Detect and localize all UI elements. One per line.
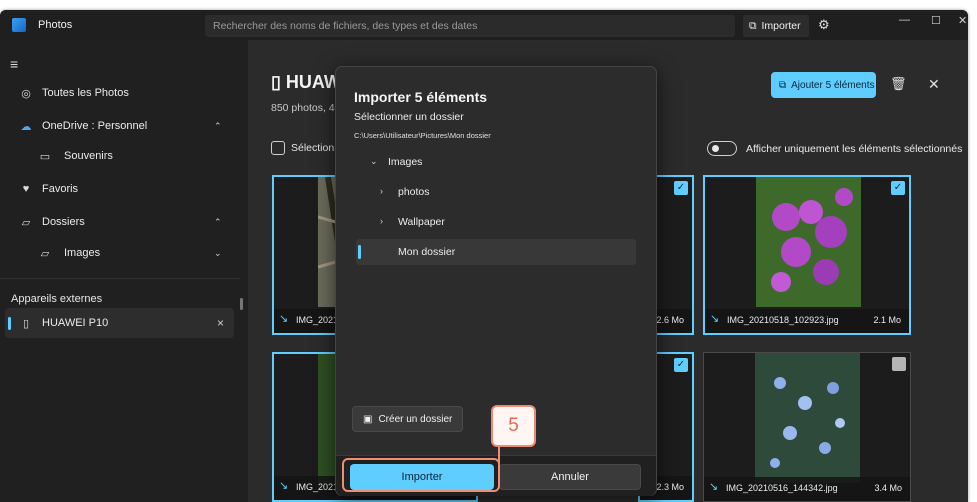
show-selected-label: Afficher uniquement les éléments sélecti… bbox=[746, 143, 963, 155]
folder-icon: ▱ bbox=[21, 216, 31, 229]
photo-name: IMG_20210518_102923.jpg bbox=[727, 315, 839, 325]
sidebar-item-label: Images bbox=[64, 247, 101, 259]
sidebar-divider bbox=[0, 278, 240, 279]
sidebar-item-huawei-p10[interactable]: ▯ HUAWEI P10 × bbox=[5, 308, 234, 338]
sidebar: ≡ ◎ Toutes les Photos ☁ OneDrive : Perso… bbox=[0, 40, 240, 502]
sidebar-item-onedrive[interactable]: ☁ OneDrive : Personnel ⌃ bbox=[0, 111, 236, 141]
folder-icon: ▱ bbox=[40, 247, 50, 260]
photo-status-icon: ↘ bbox=[279, 313, 289, 325]
minimize-button[interactable]: — bbox=[899, 14, 910, 26]
import-icon: ⧉ bbox=[749, 19, 757, 32]
photo-tile[interactable]: ↘ IMG_20210516_144342.jpg 3.4 Mo bbox=[703, 352, 911, 502]
sidebar-item-favoris[interactable]: ♥ Favoris bbox=[0, 174, 236, 204]
show-selected-toggle[interactable] bbox=[707, 141, 737, 156]
close-icon[interactable]: ✕ bbox=[928, 76, 940, 93]
title-bar: Photos Rechercher des noms de fichiers, … bbox=[0, 10, 968, 40]
chevron-up-icon[interactable]: ⌃ bbox=[214, 121, 222, 132]
chevron-right-icon[interactable]: › bbox=[380, 186, 383, 196]
photo-status-icon: ↘ bbox=[709, 481, 719, 493]
step-highlight-box bbox=[342, 458, 500, 492]
tree-item-wallpaper[interactable]: › Wallpaper bbox=[356, 209, 636, 235]
sidebar-item-all-photos[interactable]: ◎ Toutes les Photos bbox=[0, 78, 236, 108]
sidebar-item-label: Souvenirs bbox=[64, 150, 113, 162]
maximize-button[interactable]: ☐ bbox=[931, 14, 941, 27]
photo-status-icon: ↘ bbox=[279, 480, 289, 492]
cancel-button[interactable]: Annuler bbox=[499, 464, 641, 490]
photos-icon: ◎ bbox=[21, 87, 31, 100]
tree-item-images[interactable]: ⌄ Images bbox=[356, 149, 636, 175]
photo-size: 2.3 Mo bbox=[656, 482, 684, 492]
sidebar-item-label: Dossiers bbox=[42, 216, 85, 228]
step-connector-line bbox=[498, 447, 500, 465]
device-subtitle: 850 photos, 40 bbox=[271, 102, 341, 114]
add-items-label: Ajouter 5 éléments bbox=[791, 79, 875, 91]
create-folder-label: Créer un dossier bbox=[378, 413, 453, 425]
tree-item-label: Images bbox=[388, 156, 423, 168]
tree-item-photos[interactable]: › photos bbox=[356, 179, 636, 205]
toggle-knob bbox=[712, 145, 719, 152]
memories-icon: ▭ bbox=[39, 150, 51, 163]
tree-item-mon-dossier[interactable]: Mon dossier bbox=[356, 239, 636, 265]
tree-item-label: photos bbox=[398, 186, 430, 198]
sidebar-item-label: Toutes les Photos bbox=[42, 87, 129, 99]
tree-item-label: Wallpaper bbox=[398, 216, 445, 228]
photo-caption: ↘ IMG_20210516_144342.jpg 3.4 Mo bbox=[704, 477, 910, 501]
photo-name: IMG_20210516_144342.jpg bbox=[726, 483, 838, 493]
cloud-icon: ☁ bbox=[20, 120, 32, 133]
phone-icon: ▯ bbox=[271, 72, 286, 92]
chevron-down-icon[interactable]: ⌄ bbox=[214, 248, 222, 259]
photo-size: 2.6 Mo bbox=[656, 315, 684, 325]
photo-size: 2.1 Mo bbox=[873, 315, 901, 325]
hamburger-menu-icon[interactable]: ≡ bbox=[10, 56, 18, 72]
photo-tile[interactable]: ✓ ↘ IMG_20210518_102923.jpg 2.1 Mo bbox=[703, 175, 911, 335]
selection-indicator bbox=[358, 245, 361, 259]
dialog-title: Importer 5 éléments bbox=[354, 89, 488, 105]
checkbox-checked[interactable]: ✓ bbox=[674, 181, 688, 195]
dialog-subtitle: Sélectionner un dossier bbox=[354, 111, 464, 123]
checkbox-checked[interactable]: ✓ bbox=[891, 181, 905, 195]
close-icon[interactable]: × bbox=[217, 316, 224, 330]
tree-item-label: Mon dossier bbox=[398, 246, 456, 258]
settings-icon[interactable]: ⚙ bbox=[818, 17, 830, 33]
select-all-checkbox[interactable] bbox=[271, 141, 285, 155]
search-input[interactable]: Rechercher des noms de fichiers, des typ… bbox=[205, 15, 735, 37]
photo-thumbnail bbox=[755, 353, 860, 483]
photo-thumbnail bbox=[756, 177, 861, 307]
sidebar-item-dossiers[interactable]: ▱ Dossiers ⌃ bbox=[0, 207, 236, 237]
import-icon: ⧉ bbox=[779, 79, 787, 91]
import-button[interactable]: ⧉ Importer bbox=[743, 15, 809, 37]
add-items-button[interactable]: ⧉ Ajouter 5 éléments bbox=[771, 72, 876, 98]
photo-caption: ↘ IMG_20210518_102923.jpg 2.1 Mo bbox=[705, 309, 909, 333]
photo-status-icon: ↘ bbox=[710, 313, 720, 325]
create-folder-button[interactable]: ▣ Créer un dossier bbox=[352, 406, 463, 432]
step-number-badge: 5 bbox=[491, 405, 536, 447]
trash-icon[interactable]: 🗑 bbox=[890, 76, 907, 92]
selection-indicator bbox=[8, 317, 11, 330]
import-button-label: Importer bbox=[761, 20, 801, 32]
checkbox-checked[interactable]: ✓ bbox=[674, 358, 688, 372]
checkbox-unchecked[interactable] bbox=[892, 357, 906, 371]
dialog-path: C:\Users\Utilisateur\Pictures\Mon dossie… bbox=[354, 131, 491, 140]
chevron-down-icon[interactable]: ⌄ bbox=[370, 156, 378, 167]
sidebar-resize-handle[interactable] bbox=[240, 298, 243, 310]
close-window-button[interactable]: ✕ bbox=[958, 14, 967, 27]
chevron-right-icon[interactable]: › bbox=[380, 216, 383, 226]
app-title: Photos bbox=[38, 19, 73, 31]
photos-app-icon bbox=[12, 18, 26, 32]
new-folder-icon: ▣ bbox=[363, 413, 373, 425]
phone-icon: ▯ bbox=[22, 317, 30, 330]
sidebar-item-souvenirs[interactable]: ▭ Souvenirs bbox=[0, 141, 236, 171]
sidebar-item-label: Favoris bbox=[42, 183, 79, 195]
sidebar-item-label: OneDrive : Personnel bbox=[42, 120, 148, 132]
heart-icon: ♥ bbox=[22, 183, 30, 195]
sidebar-item-label: HUAWEI P10 bbox=[42, 317, 109, 329]
external-devices-heading: Appareils externes bbox=[11, 293, 103, 305]
photo-size: 3.4 Mo bbox=[874, 483, 902, 493]
sidebar-item-images[interactable]: ▱ Images ⌄ bbox=[0, 238, 236, 268]
chevron-up-icon[interactable]: ⌃ bbox=[214, 217, 222, 228]
